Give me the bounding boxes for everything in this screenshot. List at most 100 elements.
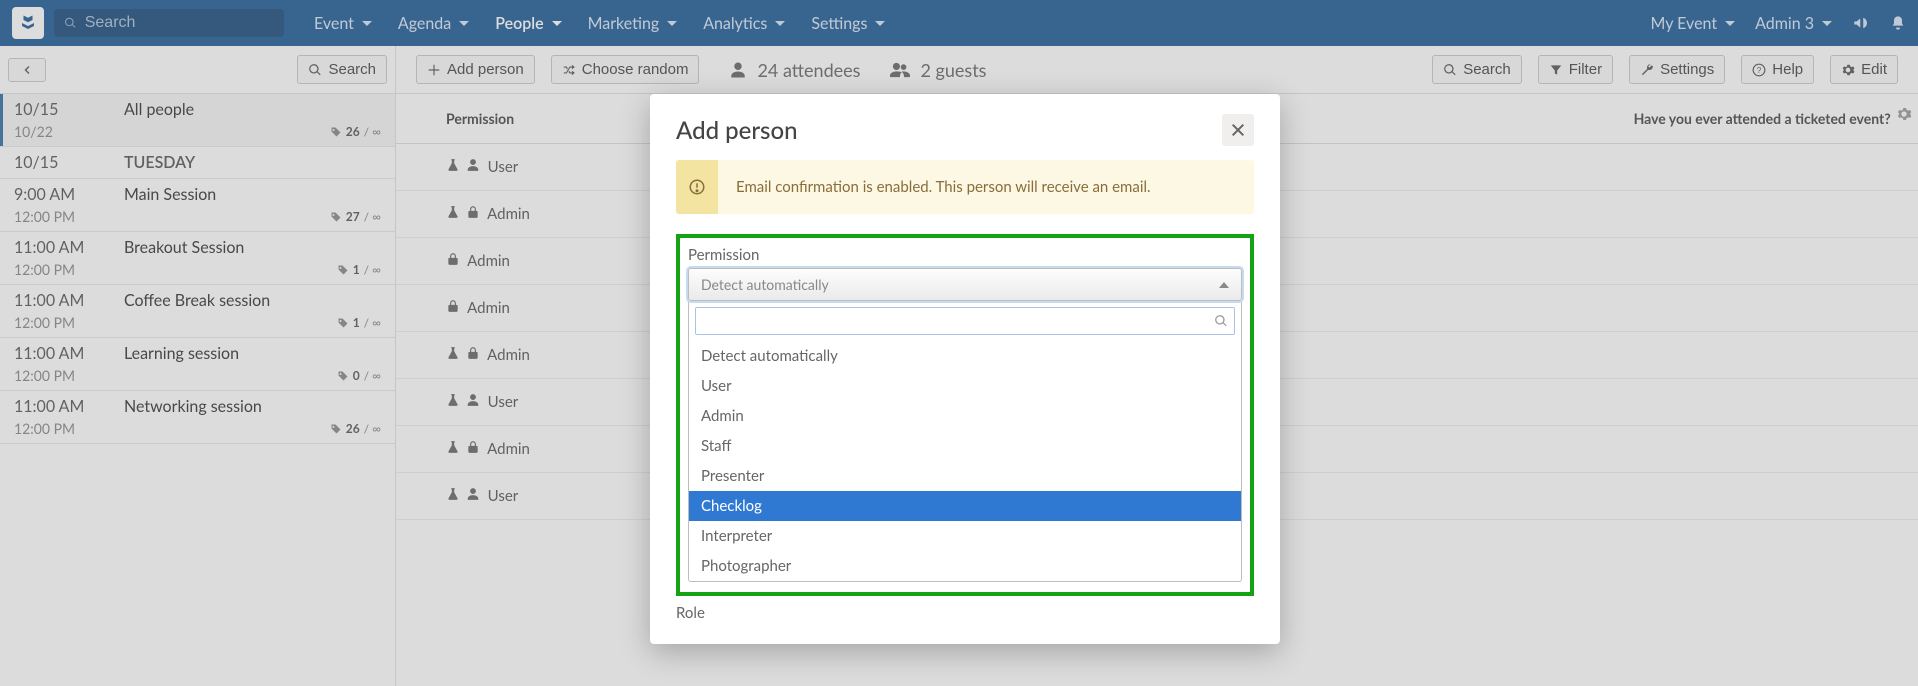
modal-title: Add person xyxy=(676,116,798,145)
permission-select[interactable]: Detect automatically xyxy=(688,268,1242,301)
back-button[interactable] xyxy=(8,58,46,82)
sidebar-search-label: Search xyxy=(328,61,376,78)
tag-count: 26 / ∞ xyxy=(330,124,381,139)
permission-section-highlight: Permission Detect automatically Detect a… xyxy=(676,234,1254,596)
sidebar-item[interactable]: 11:00 AMCoffee Break session12:00 PM1 / … xyxy=(0,285,395,338)
sidebar-item[interactable]: 10/15TUESDAY xyxy=(0,147,395,179)
flask-icon xyxy=(446,393,460,411)
role-label: Role xyxy=(676,604,1254,622)
global-search-input[interactable] xyxy=(83,13,274,33)
logo-icon xyxy=(19,14,37,32)
add-person-modal: Add person Email confirmation is enabled… xyxy=(650,94,1280,644)
agenda-sidebar: Search 10/15All people10/2226 / ∞10/15TU… xyxy=(0,46,396,686)
nav-user[interactable]: Admin 3 xyxy=(1755,14,1832,33)
sidebar-search-button[interactable]: Search xyxy=(297,55,387,84)
permission-option[interactable]: Interpreter xyxy=(689,521,1241,551)
attendees-stat: 24 attendees xyxy=(729,59,860,81)
tag-count: 0 / ∞ xyxy=(337,368,381,383)
permission-selected-value: Detect automatically xyxy=(701,276,829,293)
add-person-label: Add person xyxy=(447,61,524,78)
permission-option[interactable]: Presenter xyxy=(689,461,1241,491)
tag-count: 1 / ∞ xyxy=(337,315,381,330)
chevron-left-icon xyxy=(21,64,33,76)
user-icon xyxy=(466,393,480,411)
sidebar-item[interactable]: 10/15All people10/2226 / ∞ xyxy=(0,94,395,147)
app-logo[interactable] xyxy=(12,7,44,39)
nav-marketing[interactable]: Marketing xyxy=(588,14,678,33)
tag-count: 26 / ∞ xyxy=(330,421,381,436)
chevron-down-icon xyxy=(459,21,469,26)
help-button[interactable]: ? Help xyxy=(1741,55,1814,84)
shuffle-icon xyxy=(562,63,576,77)
help-icon: ? xyxy=(1752,63,1766,77)
modal-close-button[interactable] xyxy=(1222,114,1254,146)
lock-icon xyxy=(466,440,480,458)
megaphone-icon[interactable] xyxy=(1852,14,1870,32)
users-icon xyxy=(890,61,910,79)
toolbar-search-button[interactable]: Search xyxy=(1432,55,1522,84)
choose-random-label: Choose random xyxy=(582,61,689,78)
lock-icon xyxy=(466,346,480,364)
email-confirmation-alert: Email confirmation is enabled. This pers… xyxy=(676,160,1254,214)
flask-icon xyxy=(446,205,460,223)
flask-icon xyxy=(446,158,460,176)
nav-agenda[interactable]: Agenda xyxy=(398,14,469,33)
flask-icon xyxy=(446,440,460,458)
edit-button[interactable]: Edit xyxy=(1830,55,1898,84)
chevron-down-icon xyxy=(362,21,372,26)
user-icon xyxy=(466,158,480,176)
chevron-down-icon xyxy=(775,21,785,26)
chevron-down-icon xyxy=(875,21,885,26)
tag-count: 1 / ∞ xyxy=(337,262,381,277)
search-icon xyxy=(1214,314,1228,328)
tag-count: 27 / ∞ xyxy=(330,209,381,224)
chevron-down-icon xyxy=(1822,21,1832,26)
search-icon xyxy=(308,63,322,77)
column-header[interactable]: Have you ever attended a ticketed event? xyxy=(1614,94,1918,144)
nav-people[interactable]: People xyxy=(495,14,561,33)
lock-icon xyxy=(446,252,460,270)
user-icon xyxy=(729,61,747,79)
dropdown-search[interactable] xyxy=(695,307,1235,335)
search-icon xyxy=(64,16,77,30)
lock-icon xyxy=(466,205,480,223)
sidebar-item[interactable]: 11:00 AMNetworking session12:00 PM26 / ∞ xyxy=(0,391,395,444)
filter-icon xyxy=(1549,63,1563,77)
dropdown-search-input[interactable] xyxy=(702,312,1214,330)
user-icon xyxy=(466,487,480,505)
plus-icon xyxy=(427,63,441,77)
choose-random-button[interactable]: Choose random xyxy=(551,55,700,84)
sidebar-item[interactable]: 9:00 AMMain Session12:00 PM27 / ∞ xyxy=(0,179,395,232)
bell-icon[interactable] xyxy=(1890,15,1906,31)
filter-button[interactable]: Filter xyxy=(1538,55,1613,84)
flask-icon xyxy=(446,346,460,364)
warning-icon xyxy=(688,178,706,196)
chevron-up-icon xyxy=(1219,282,1229,288)
nav-my-event[interactable]: My Event xyxy=(1651,14,1736,33)
lock-icon xyxy=(446,299,460,317)
permission-option[interactable]: User xyxy=(689,371,1241,401)
flask-icon xyxy=(446,487,460,505)
sidebar-item[interactable]: 11:00 AMBreakout Session12:00 PM1 / ∞ xyxy=(0,232,395,285)
chevron-down-icon xyxy=(552,21,562,26)
nav-analytics[interactable]: Analytics xyxy=(703,14,785,33)
permission-option[interactable]: Admin xyxy=(689,401,1241,431)
chevron-down-icon xyxy=(667,21,677,26)
guests-stat: 2 guests xyxy=(890,59,986,81)
permission-option[interactable]: Photographer xyxy=(689,551,1241,581)
permission-option[interactable]: Staff xyxy=(689,431,1241,461)
permission-dropdown: Detect automaticallyUserAdminStaffPresen… xyxy=(688,301,1242,582)
permission-option[interactable]: Detect automatically xyxy=(689,341,1241,371)
nav-event[interactable]: Event xyxy=(314,14,372,33)
nav-settings[interactable]: Settings xyxy=(811,14,885,33)
add-person-button[interactable]: Add person xyxy=(416,55,535,84)
wrench-icon xyxy=(1640,63,1654,77)
global-search[interactable] xyxy=(54,9,284,37)
close-icon xyxy=(1230,122,1246,138)
chevron-down-icon xyxy=(1725,21,1735,26)
settings-button[interactable]: Settings xyxy=(1629,55,1725,84)
permission-option[interactable]: Checklog xyxy=(689,491,1241,521)
search-icon xyxy=(1443,63,1457,77)
column-header[interactable]: Permission xyxy=(396,94,665,144)
sidebar-item[interactable]: 11:00 AMLearning session12:00 PM0 / ∞ xyxy=(0,338,395,391)
